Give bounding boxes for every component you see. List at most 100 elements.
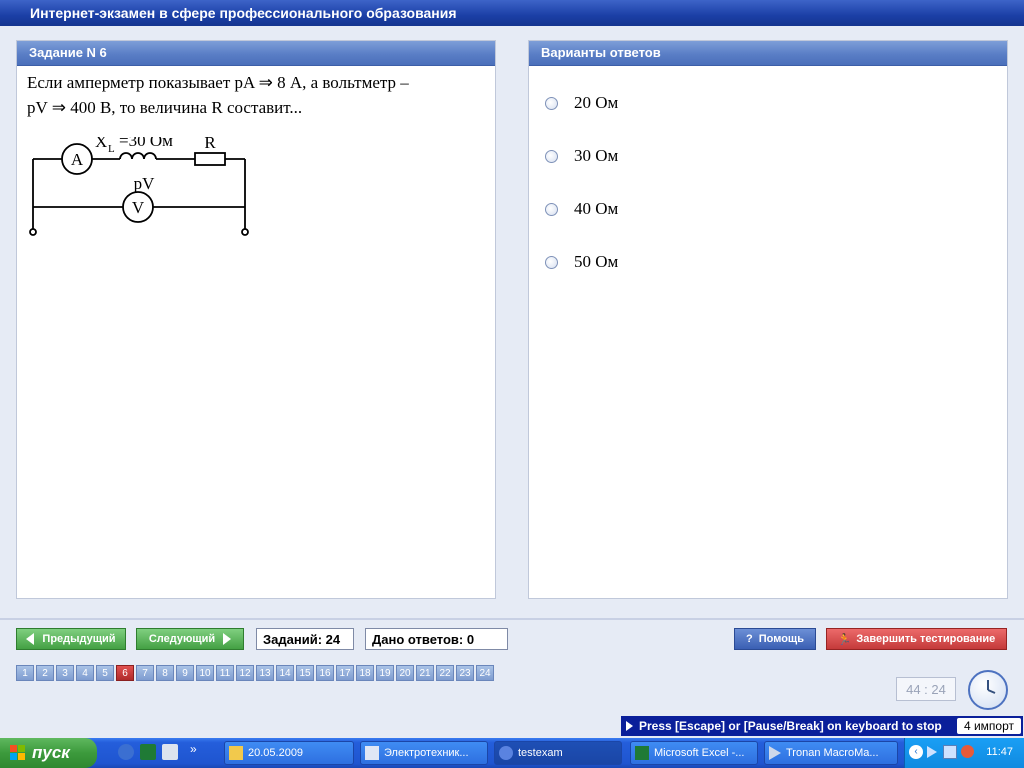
page-button[interactable]: 21	[416, 665, 434, 681]
xl-symbol: X	[95, 137, 107, 151]
window-title: Интернет-экзамен в сфере профессионально…	[30, 5, 457, 21]
page-button[interactable]: 17	[336, 665, 354, 681]
answer-label: 20 Ом	[574, 93, 619, 112]
page-button[interactable]: 23	[456, 665, 474, 681]
import-badge[interactable]: 4 импорт	[956, 718, 1021, 734]
clock-icon	[968, 670, 1008, 710]
page-button[interactable]: 24	[476, 665, 494, 681]
xl-value: =30 Ом	[119, 137, 173, 150]
radio-button[interactable]	[545, 255, 558, 269]
bmp-quicklaunch-icon[interactable]	[162, 744, 178, 760]
radio-button[interactable]	[545, 96, 558, 110]
page-button[interactable]: 16	[316, 665, 334, 681]
taskbar-item-label: Электротехник...	[384, 747, 469, 759]
countdown-timer: 44 : 24	[896, 677, 956, 701]
taskbar-item-folder[interactable]: 20.05.2009	[224, 741, 354, 765]
tray-flower-icon[interactable]	[961, 745, 974, 758]
excel-icon	[635, 746, 649, 760]
play-triangle-icon	[769, 746, 781, 760]
word-icon	[365, 746, 379, 760]
page-button[interactable]: 7	[136, 665, 154, 681]
taskbar-item-testexam[interactable]: testexam	[494, 741, 622, 765]
finish-button-label: Завершить тестирование	[856, 633, 996, 645]
taskbar-item-label: 20.05.2009	[248, 747, 304, 759]
arrow-left-icon	[26, 633, 35, 645]
finish-test-button[interactable]: 🏃 Завершить тестирование	[826, 628, 1007, 650]
tray-clock: 11:47	[986, 746, 1013, 758]
answer-option[interactable]: 20 Ом	[545, 93, 618, 113]
next-button[interactable]: Следующий	[136, 628, 244, 650]
page-button[interactable]: 22	[436, 665, 454, 681]
page-button[interactable]: 5	[96, 665, 114, 681]
prev-button-label: Предыдущий	[42, 633, 116, 645]
page-button-active[interactable]: 6	[116, 665, 134, 681]
question-line-2: pV ⇒ 400 В, то величина R составит...	[27, 98, 303, 117]
taskbar-item-label: Tronan MacroMa...	[786, 747, 879, 759]
page-button[interactable]: 18	[356, 665, 374, 681]
voltmeter-label: V	[132, 198, 145, 217]
page-button[interactable]: 12	[236, 665, 254, 681]
page-navigator: 1 2 3 4 5 6 7 8 9 10 11 12 13 14 15 16 1…	[16, 665, 496, 681]
answer-label: 30 Ом	[574, 146, 619, 165]
page-button[interactable]: 20	[396, 665, 414, 681]
question-text: Если амперметр показывает pA ⇒ 8 А, а во…	[17, 66, 495, 120]
taskbar-item-macro[interactable]: Tronan MacroMa...	[764, 741, 898, 765]
tasks-count: Заданий: 24	[256, 628, 354, 650]
footer-divider	[0, 618, 1024, 620]
answer-option[interactable]: 30 Ом	[545, 146, 618, 166]
tray-chevron-icon[interactable]: ‹	[909, 745, 923, 759]
excel-quicklaunch-icon[interactable]	[140, 744, 156, 760]
start-button[interactable]: пуск	[0, 738, 97, 768]
taskbar-item-word[interactable]: Электротехник...	[360, 741, 488, 765]
play-icon	[626, 721, 633, 731]
quicklaunch-overflow-icon[interactable]: »	[190, 742, 197, 756]
help-button-label: Помощь	[758, 633, 804, 645]
page-button[interactable]: 11	[216, 665, 234, 681]
page-button[interactable]: 15	[296, 665, 314, 681]
page-button[interactable]: 14	[276, 665, 294, 681]
ammeter-label: A	[71, 150, 84, 169]
prev-button[interactable]: Предыдущий	[16, 628, 126, 650]
page-button[interactable]: 13	[256, 665, 274, 681]
arrow-right-icon	[223, 633, 232, 645]
answer-option[interactable]: 40 Ом	[545, 199, 618, 219]
radio-button[interactable]	[545, 202, 558, 216]
page-button[interactable]: 10	[196, 665, 214, 681]
start-label: пуск	[32, 743, 70, 762]
help-button[interactable]: ? Помощь	[734, 628, 816, 650]
answers-header: Варианты ответов	[529, 41, 1007, 66]
next-button-label: Следующий	[148, 633, 216, 645]
taskbar-item-excel[interactable]: Microsoft Excel -...	[630, 741, 758, 765]
question-header: Задание N 6	[17, 41, 495, 66]
answered-count: Дано ответов: 0	[365, 628, 508, 650]
page-button[interactable]: 9	[176, 665, 194, 681]
browser-quicklaunch-icon[interactable]	[118, 744, 134, 760]
xl-subscript: L	[108, 143, 115, 155]
help-icon: ?	[746, 633, 753, 645]
taskbar-item-label: testexam	[518, 747, 563, 759]
folder-icon	[229, 746, 243, 760]
resistor-label: R	[204, 137, 216, 152]
answers-panel: Варианты ответов 20 Ом 30 Ом 40 Ом 50 Ом	[528, 40, 1008, 599]
tray-play-icon[interactable]	[927, 746, 937, 758]
page-button[interactable]: 4	[76, 665, 94, 681]
pv-label: pV	[134, 174, 156, 193]
answer-label: 50 Ом	[574, 252, 619, 271]
escape-hint-text: Press [Escape] or [Pause/Break] on keybo…	[639, 719, 942, 733]
tray-network-icon[interactable]	[943, 745, 957, 759]
question-panel: Задание N 6 Если амперметр показывает pA…	[16, 40, 496, 599]
testexam-icon	[499, 746, 513, 760]
page-button[interactable]: 2	[36, 665, 54, 681]
answer-label: 40 Ом	[574, 199, 619, 218]
circuit-diagram: A V X L =30 Ом R pV	[29, 137, 249, 236]
page-button[interactable]: 19	[376, 665, 394, 681]
taskbar-item-label: Microsoft Excel -...	[654, 747, 745, 759]
page-button[interactable]: 3	[56, 665, 74, 681]
answer-option[interactable]: 50 Ом	[545, 252, 618, 272]
page-button[interactable]: 1	[16, 665, 34, 681]
runner-icon: 🏃	[837, 633, 852, 646]
radio-button[interactable]	[545, 149, 558, 163]
question-line-1: Если амперметр показывает pA ⇒ 8 А, а во…	[27, 73, 409, 92]
page-button[interactable]: 8	[156, 665, 174, 681]
windows-logo-icon	[10, 745, 26, 761]
